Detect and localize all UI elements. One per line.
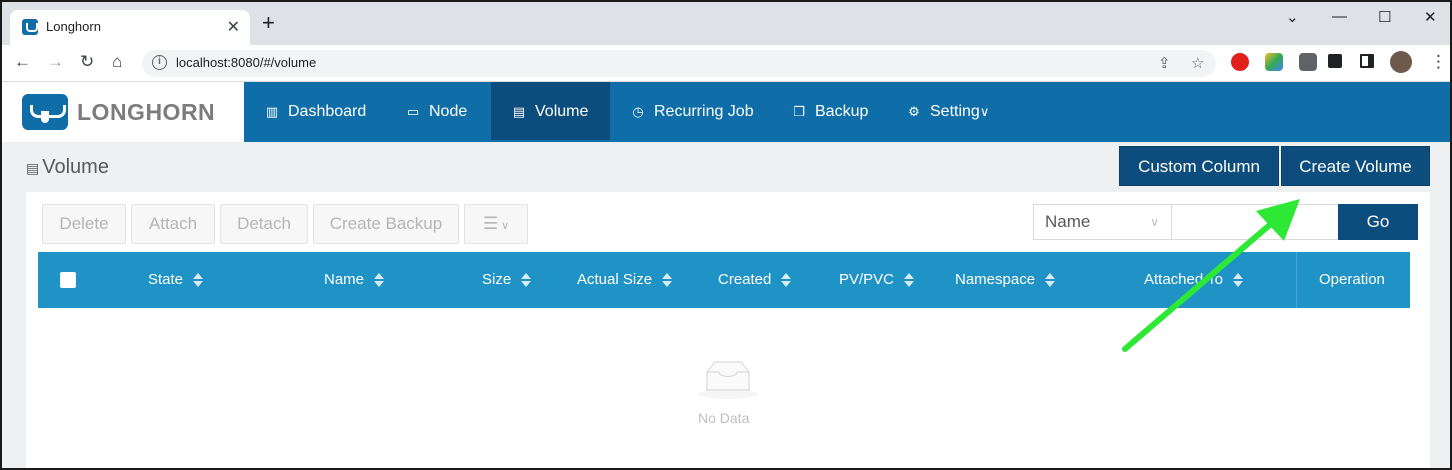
sort-icon[interactable] [662,272,673,288]
create-volume-button[interactable]: Create Volume [1281,146,1430,186]
tab-title: Longhorn [46,19,101,34]
detach-button[interactable]: Detach [220,204,308,244]
main-content: ▤ Volume Custom Column Create Volume Dele… [2,142,1450,468]
logo-text: LONGHORN [77,99,216,125]
sort-icon[interactable] [781,272,792,288]
back-arrow-icon[interactable]: ← [14,52,31,72]
page-title: ▤ Volume [26,156,109,178]
sort-icon[interactable] [193,272,204,288]
nav-recurring-job[interactable]: ◷ Recurring Job [610,82,774,140]
nav-setting[interactable]: ⚙ Setting∨ [886,82,1009,140]
browser-tab[interactable]: Longhorn ✕ [10,10,250,45]
list-icon: ☰ [482,214,499,233]
column-pv-pvc[interactable]: PV/PVC [839,252,915,308]
copy-icon: ❐ [793,104,805,119]
column-state[interactable]: State [148,252,204,308]
logo[interactable]: LONGHORN [2,82,244,142]
sort-icon[interactable] [1045,272,1056,288]
column-name[interactable]: Name [324,252,385,308]
column-operation: Operation [1319,271,1385,288]
column-size[interactable]: Size [482,252,532,308]
column-divider [1296,252,1297,308]
chevron-down-icon: ∨ [979,104,990,119]
longhorn-favicon-icon [22,19,38,35]
address-bar[interactable]: i localhost:8080/#/volume ⇪ ☆ [142,50,1216,77]
custom-column-button[interactable]: Custom Column [1119,146,1279,186]
extensions-puzzle-icon[interactable] [1328,54,1342,68]
sort-icon[interactable] [904,272,915,288]
tab-search-icon[interactable]: ⌄ [1286,8,1299,26]
select-all-checkbox[interactable] [60,272,76,288]
volume-icon: ▤ [26,160,40,176]
home-icon[interactable]: ⌂ [112,52,122,72]
sort-icon[interactable] [521,272,532,288]
app-header: LONGHORN ▥ Dashboard ▭ Node ▤ Volume ◷ Recur… [2,82,1450,142]
create-backup-button[interactable]: Create Backup [313,204,459,244]
column-attached-to[interactable]: Attached To [1144,252,1243,308]
forward-arrow-icon[interactable]: → [47,52,64,72]
site-info-icon[interactable]: i [152,55,167,70]
table-header: State Name Size Actual Size Created PV/P… [38,252,1410,308]
column-created[interactable]: Created [718,252,792,308]
share-icon[interactable]: ⇪ [1158,54,1171,72]
go-button[interactable]: Go [1338,204,1418,240]
minimize-button[interactable]: — [1332,8,1347,25]
bar-chart-icon: ▥ [265,104,279,119]
nav-volume[interactable]: ▤ Volume [491,82,610,140]
nav-backup[interactable]: ❐ Backup [771,82,888,140]
close-tab-icon[interactable]: ✕ [227,17,240,37]
tab-strip: Longhorn ✕ + ⌄ — ☐ ✕ [2,2,1450,45]
gear-icon: ⚙ [908,104,920,119]
new-tab-button[interactable]: + [262,12,275,34]
sort-icon[interactable] [374,272,385,288]
clock-icon: ◷ [632,104,644,119]
side-panel-icon[interactable] [1360,54,1374,68]
chevron-down-icon: ∨ [498,220,510,232]
opera-extension-icon[interactable] [1231,53,1249,71]
profile-avatar[interactable] [1390,51,1412,73]
browser-window: Longhorn ✕ + ⌄ — ☐ ✕ ← → ↻ ⌂ i localhost… [0,0,1452,470]
chevron-down-icon: ∨ [1150,215,1159,229]
laptop-icon: ▭ [406,104,420,119]
delete-button[interactable]: Delete [42,204,126,244]
url-text[interactable]: localhost:8080/#/volume [176,55,316,70]
reload-icon[interactable]: ↻ [80,52,94,72]
nav-dashboard[interactable]: ▥ Dashboard [244,82,386,140]
tool-extension-icon[interactable] [1299,53,1317,71]
close-window-button[interactable]: ✕ [1424,8,1437,26]
browser-menu-icon[interactable]: ⋮ [1430,52,1447,72]
search-input[interactable] [1171,204,1339,240]
longhorn-logo-icon [22,94,68,130]
bulk-actions-dropdown[interactable]: ☰ ∨ [464,204,528,244]
empty-inbox-icon [698,361,758,399]
bookmark-star-icon[interactable]: ☆ [1191,54,1204,72]
color-extension-icon[interactable] [1265,53,1283,71]
empty-state-text: No Data [698,410,750,426]
nav-node[interactable]: ▭ Node [385,82,487,140]
volume-icon: ▤ [512,104,526,119]
filter-field-select[interactable]: Name ∨ [1033,204,1172,240]
maximize-button[interactable]: ☐ [1378,8,1391,26]
volume-panel: Delete Attach Detach Create Backup ☰ ∨ N… [26,192,1430,468]
column-namespace[interactable]: Namespace [955,252,1056,308]
attach-button[interactable]: Attach [131,204,215,244]
column-actual-size[interactable]: Actual Size [577,252,673,308]
sort-icon[interactable] [1232,272,1243,288]
